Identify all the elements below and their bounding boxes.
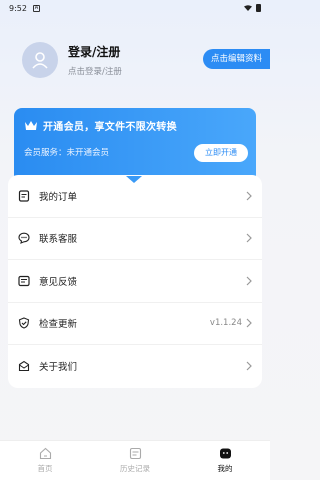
chat-icon <box>18 232 30 245</box>
profile-text: 登录/注册 点击登录/注册 <box>68 43 122 77</box>
tab-label: 首页 <box>37 464 53 473</box>
chevron-right-icon <box>246 233 252 243</box>
battery-icon <box>256 4 261 12</box>
order-icon <box>18 190 30 202</box>
profile-header[interactable]: 登录/注册 点击登录/注册 <box>22 42 122 78</box>
menu-label: 检查更新 <box>39 319 78 331</box>
shield-icon <box>18 317 30 329</box>
open-vip-button[interactable]: 立即开通 <box>194 144 248 162</box>
crown-icon <box>25 121 37 130</box>
menu-list: 我的订单 联系客服 意见反馈 检查更新 v1.1.24 关于我们 <box>8 175 262 388</box>
menu-item-feedback[interactable]: 意见反馈 <box>8 260 262 303</box>
tab-label: 我的 <box>217 464 233 473</box>
menu-label: 联系客服 <box>39 234 78 246</box>
user-icon <box>32 52 48 69</box>
vip-title: 开通会员，享文件不限次转换 <box>43 122 177 133</box>
history-icon <box>129 447 141 460</box>
menu-right <box>246 276 252 286</box>
status-time: 9:52 <box>9 3 27 13</box>
tab-history[interactable]: 历史记录 <box>90 441 180 480</box>
menu-label: 我的订单 <box>39 191 78 203</box>
menu-item-support[interactable]: 联系客服 <box>8 218 262 260</box>
bottom-tab-bar: 首页 历史记录 我的 <box>0 440 270 480</box>
avatar[interactable] <box>22 42 58 78</box>
version-text: v1.1.24 <box>209 318 242 329</box>
menu-item-check-update[interactable]: 检查更新 v1.1.24 <box>8 303 262 345</box>
login-subtitle[interactable]: 点击登录/注册 <box>68 65 122 77</box>
tab-home[interactable]: 首页 <box>0 441 90 480</box>
menu-right <box>246 233 252 243</box>
tab-label: 历史记录 <box>120 464 150 473</box>
wifi-icon <box>244 5 252 11</box>
mail-icon <box>18 360 30 372</box>
tab-profile[interactable]: 我的 <box>180 441 270 480</box>
menu-right <box>246 191 252 201</box>
chevron-right-icon <box>246 361 252 371</box>
login-title[interactable]: 登录/注册 <box>68 43 122 60</box>
menu-label: 意见反馈 <box>39 276 78 288</box>
vip-header: 开通会员，享文件不限次转换 <box>24 118 177 133</box>
menu-item-about[interactable]: 关于我们 <box>8 345 262 388</box>
menu-right <box>246 361 252 371</box>
chevron-right-icon <box>246 276 252 286</box>
status-bar: 9:52 A <box>0 0 270 16</box>
chevron-right-icon <box>246 191 252 201</box>
notification-icon: A <box>32 4 40 12</box>
menu-right: v1.1.24 <box>210 318 252 328</box>
vip-card-pointer <box>126 176 142 183</box>
menu-label: 关于我们 <box>39 362 78 374</box>
feedback-icon <box>18 275 30 287</box>
chevron-right-icon <box>246 318 252 328</box>
vip-status: 会员服务：未开通会员 <box>24 148 110 158</box>
profile-icon <box>219 448 231 459</box>
vip-card[interactable]: 开通会员，享文件不限次转换 会员服务：未开通会员 立即开通 <box>14 108 256 178</box>
home-icon <box>39 447 51 460</box>
edit-profile-button[interactable]: 点击编辑资料 <box>202 49 270 69</box>
status-right <box>244 4 261 12</box>
